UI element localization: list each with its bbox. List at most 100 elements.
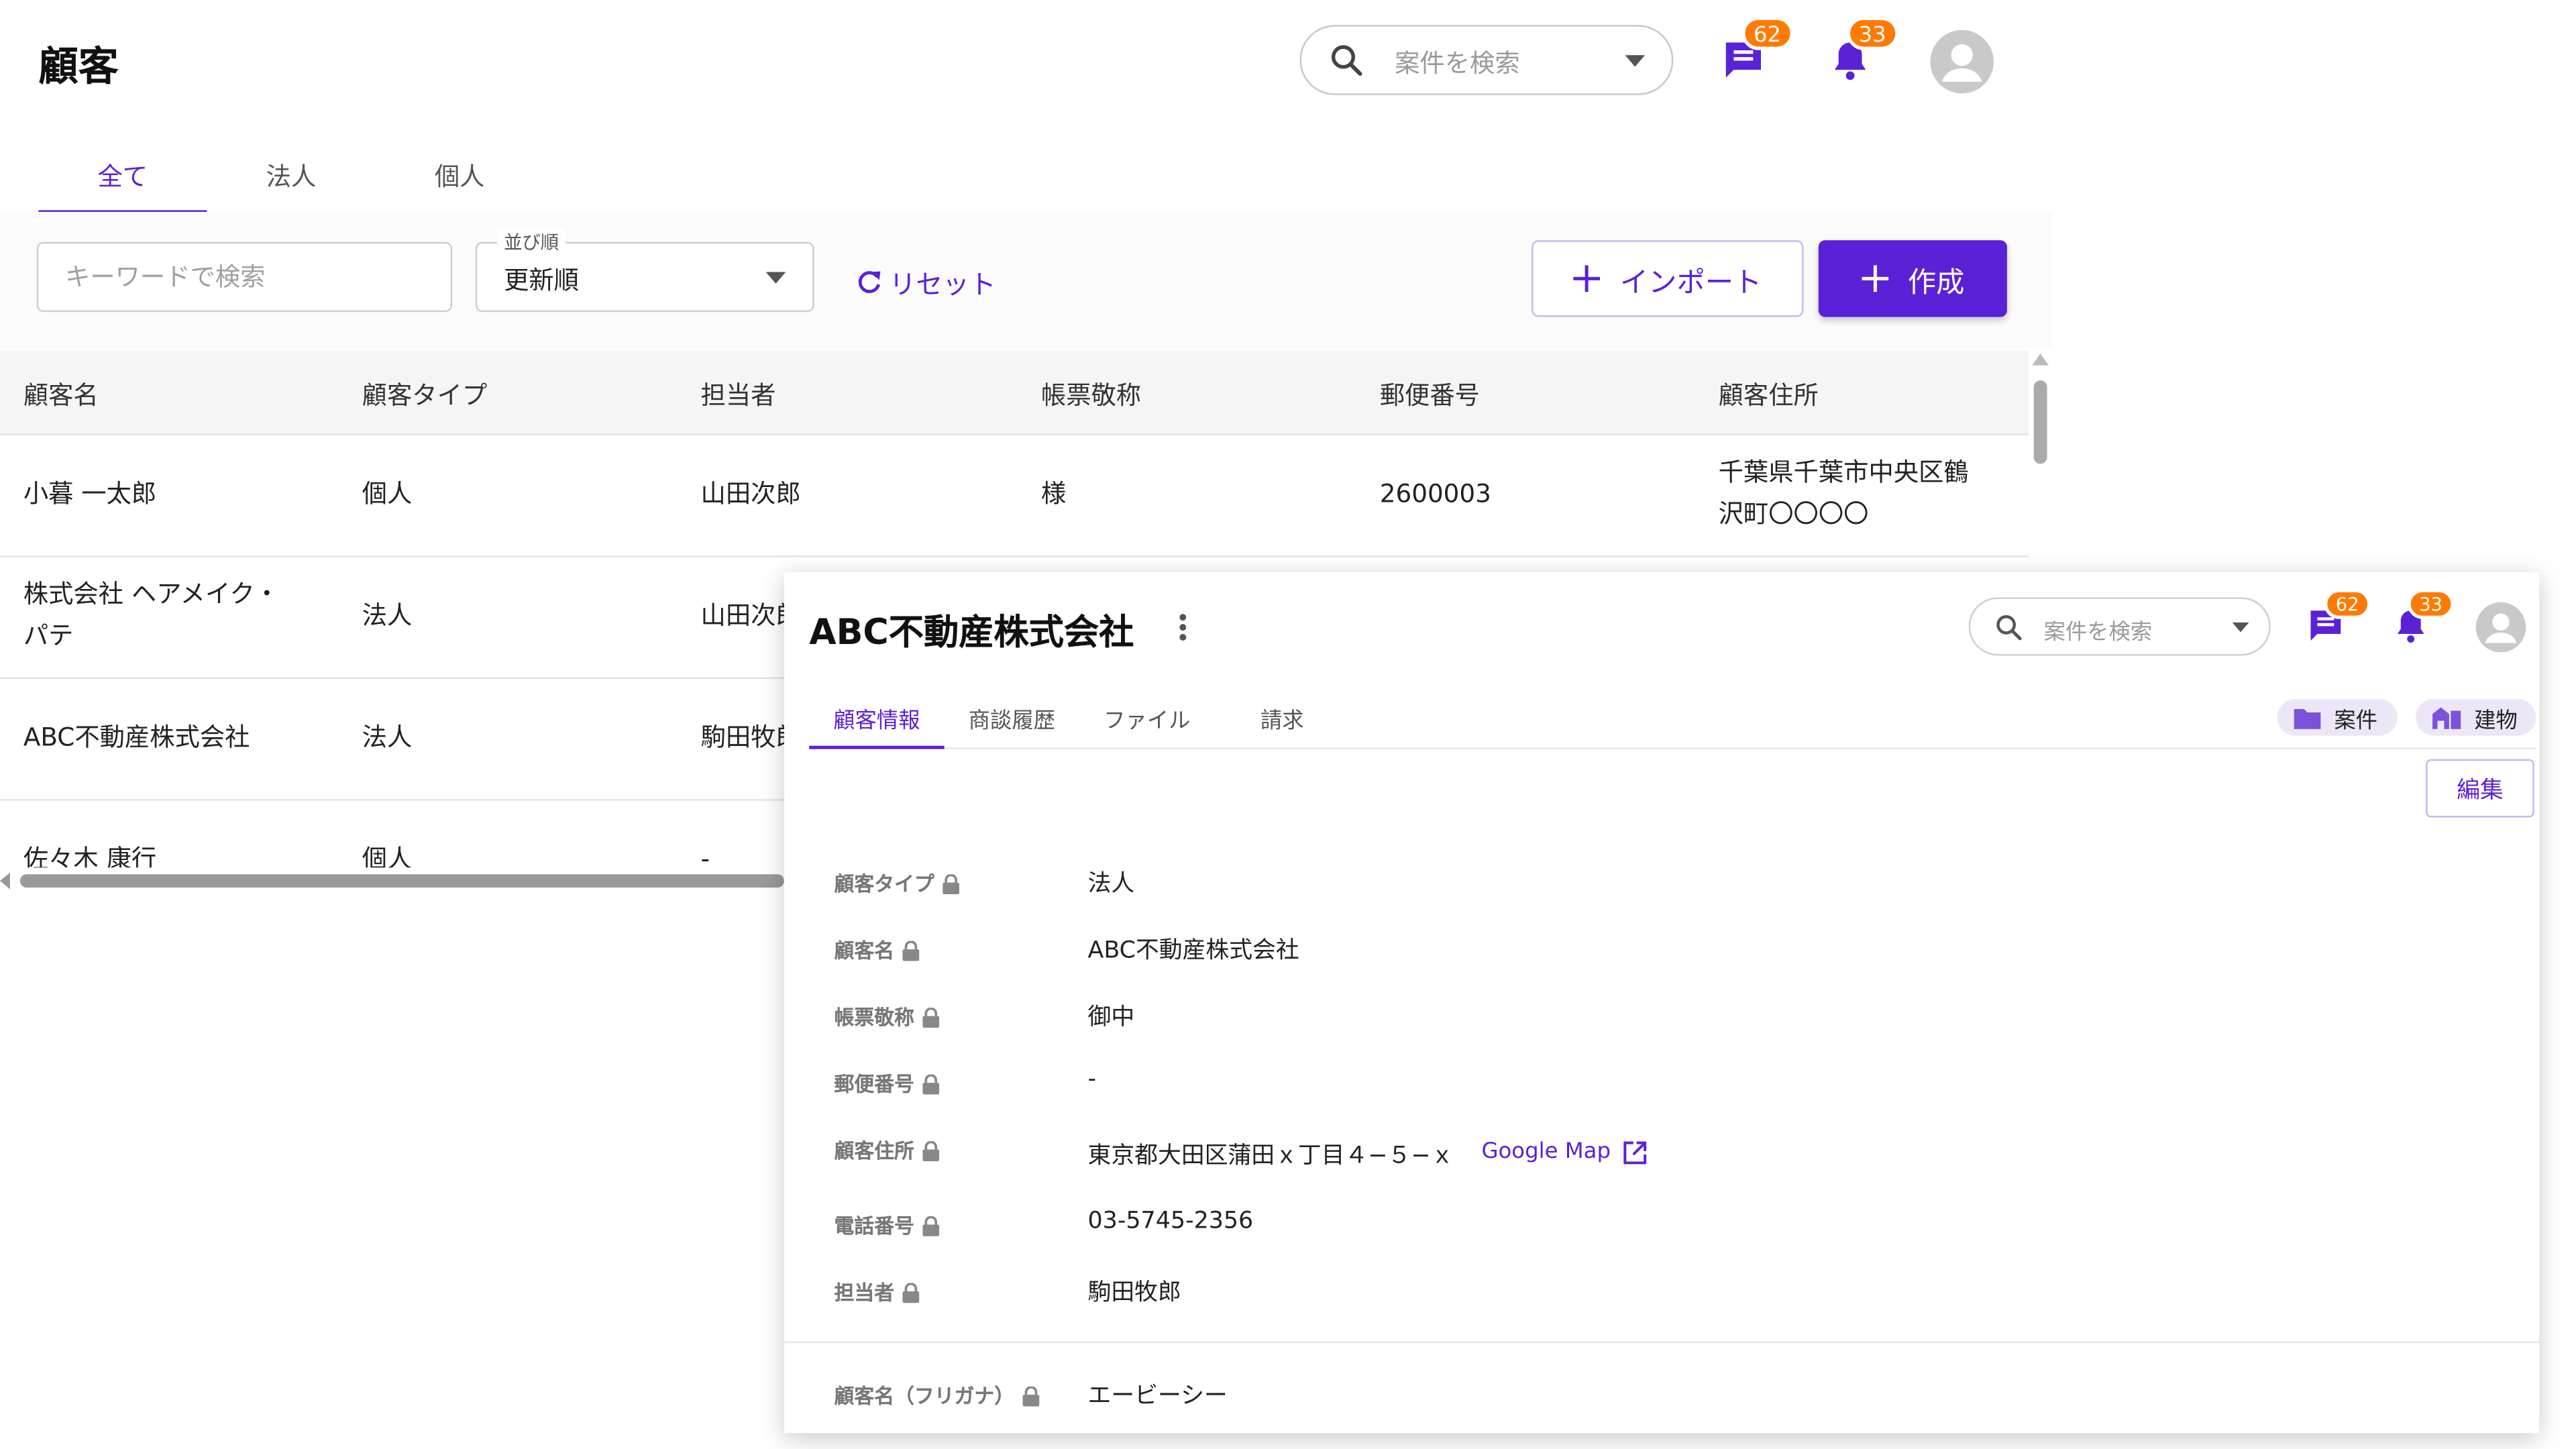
column-header[interactable]: 顧客名 <box>23 377 99 412</box>
sort-select[interactable]: 並び順 更新順 <box>475 228 814 313</box>
column-header[interactable]: 顧客住所 <box>1719 377 1819 412</box>
detail-search-placeholder: 案件を検索 <box>2043 621 2153 646</box>
import-button[interactable]: インポート <box>1532 240 1804 317</box>
detail-title: ABC不動産株式会社 <box>809 612 1134 653</box>
tab-billing[interactable]: 請求 <box>1215 702 1350 734</box>
reset-label: リセット <box>889 268 996 301</box>
tab-customer-info[interactable]: 顧客情報 <box>809 702 944 734</box>
field-label-text: 電話番号 <box>834 1214 914 1238</box>
field-label: 顧客住所 <box>835 1136 940 1165</box>
detail-avatar[interactable] <box>2475 602 2526 653</box>
chat-button[interactable]: 62 <box>1720 16 1793 84</box>
lock-icon <box>922 1140 940 1161</box>
keyword-search-input[interactable] <box>36 241 452 313</box>
cell-name: 株式会社 ヘアメイク・ パテ <box>23 578 280 651</box>
column-header[interactable]: 帳票敬称 <box>1041 377 1141 412</box>
field-label-text: 顧客住所 <box>834 1139 914 1163</box>
detail-chat-button[interactable]: 62 <box>2306 588 2371 646</box>
table-header: 顧客名 顧客タイプ 担当者 帳票敬称 郵便番号 顧客住所 <box>0 350 2029 436</box>
chat-badge: 62 <box>1741 16 1793 50</box>
field-label: 電話番号 <box>835 1212 940 1240</box>
field-value: 御中 <box>1087 1004 1135 1031</box>
cell-name: ABC不動産株式会社 <box>23 722 250 753</box>
field-value: 駒田牧郎 <box>1087 1279 1181 1307</box>
field-value: 03-5745-2356 <box>1087 1208 1254 1235</box>
vertical-scrollbar[interactable] <box>2032 354 2049 504</box>
lock-icon <box>1022 1385 1040 1406</box>
field-value: - <box>1087 1066 1097 1093</box>
cell-owner: - <box>700 844 710 868</box>
field-label: 帳票敬称 <box>835 1003 940 1031</box>
caret-down-icon <box>765 272 786 284</box>
lock-icon <box>943 873 960 894</box>
field-label-text: 顧客名 <box>834 939 895 963</box>
column-header[interactable]: 担当者 <box>701 377 776 412</box>
field-label: 顧客名（フリガナ） <box>835 1381 1040 1409</box>
building-chip-label: 建物 <box>2474 708 2518 734</box>
customer-detail-panel: ABC不動産株式会社 案件を検索 62 33 顧客情報 商談履歴 ファイル 請求… <box>784 572 2540 1434</box>
caret-down-icon[interactable] <box>2232 622 2249 633</box>
sort-value: 更新順 <box>504 265 580 296</box>
field-label-text: 帳票敬称 <box>834 1006 914 1030</box>
tab-deal-history[interactable]: 商談履歴 <box>945 702 1079 734</box>
tab-corporate[interactable]: 法人 <box>207 158 375 193</box>
cell-honorific: 様 <box>1040 478 1067 509</box>
project-chip-label: 案件 <box>2334 708 2378 734</box>
detail-notification-button[interactable]: 33 <box>2391 588 2455 646</box>
field-label-text: 顧客タイプ <box>834 872 934 896</box>
create-label: 作成 <box>1907 266 1965 300</box>
field-value: エービーシー <box>1087 1383 1228 1410</box>
lock-icon <box>902 1282 920 1303</box>
reset-button[interactable]: リセット <box>854 262 996 302</box>
notification-button[interactable]: 33 <box>1827 16 1898 84</box>
search-icon <box>1328 42 1365 78</box>
project-search[interactable]: 案件を検索 <box>1299 25 1674 95</box>
page-title: 顧客 <box>38 43 119 91</box>
filter-bar: 並び順 更新順 リセット インポート 作成 <box>0 211 2053 349</box>
import-label: インポート <box>1619 266 1762 300</box>
tab-files[interactable]: ファイル <box>1079 702 1214 734</box>
table-row[interactable]: 小暮 一太郎 個人 山田次郎 様 2600003 千葉県千葉市中央区鶴 沢町〇〇… <box>0 435 2029 557</box>
active-tab-indicator <box>809 745 945 749</box>
tab-all[interactable]: 全て <box>38 158 207 193</box>
project-chip[interactable]: 案件 <box>2277 699 2398 736</box>
user-icon <box>2485 613 2517 643</box>
folder-icon <box>2294 706 2321 729</box>
building-icon <box>2432 706 2461 729</box>
external-link-icon <box>1624 1140 1648 1164</box>
detail-project-search[interactable]: 案件を検索 <box>1968 597 2271 656</box>
more-vertical-icon[interactable] <box>1178 612 1188 643</box>
column-header[interactable]: 郵便番号 <box>1380 377 1480 412</box>
cell-zip: 2600003 <box>1379 478 1491 509</box>
field-label-text: 顧客名（フリガナ） <box>834 1385 1015 1409</box>
cell-name: 佐々木 康行 <box>23 844 157 868</box>
field-label-text: 郵便番号 <box>834 1073 914 1096</box>
lock-icon <box>922 1006 940 1027</box>
field-label: 郵便番号 <box>835 1069 940 1097</box>
cell-owner: 山田次郎 <box>700 478 801 509</box>
user-icon <box>1941 44 1982 82</box>
plus-icon <box>1573 265 1601 292</box>
field-label: 顧客タイプ <box>835 869 960 898</box>
cell-type: 法人 <box>362 600 413 631</box>
notification-badge: 33 <box>1847 16 1898 50</box>
plus-icon <box>1861 265 1888 292</box>
lock-icon <box>902 940 920 961</box>
avatar[interactable] <box>1930 30 1994 94</box>
tab-individual[interactable]: 個人 <box>376 158 544 193</box>
lock-icon <box>922 1073 940 1094</box>
caret-down-icon[interactable] <box>1625 55 1646 67</box>
cell-name: 小暮 一太郎 <box>23 478 157 509</box>
google-map-link[interactable]: Google Map <box>1481 1140 1648 1165</box>
field-label-text: 担当者 <box>834 1281 895 1305</box>
field-value: 法人 <box>1087 871 1135 898</box>
horizontal-scrollbar[interactable] <box>0 864 784 890</box>
edit-button[interactable]: 編集 <box>2426 759 2534 818</box>
project-search-placeholder: 案件を検索 <box>1395 48 1520 78</box>
field-label: 顧客名 <box>835 936 920 964</box>
column-header[interactable]: 顧客タイプ <box>362 377 488 412</box>
create-button[interactable]: 作成 <box>1818 240 2007 317</box>
building-chip[interactable]: 建物 <box>2416 699 2536 736</box>
customer-type-tabs: 全て 法人 個人 <box>38 142 2051 214</box>
section-divider <box>784 1341 2540 1344</box>
